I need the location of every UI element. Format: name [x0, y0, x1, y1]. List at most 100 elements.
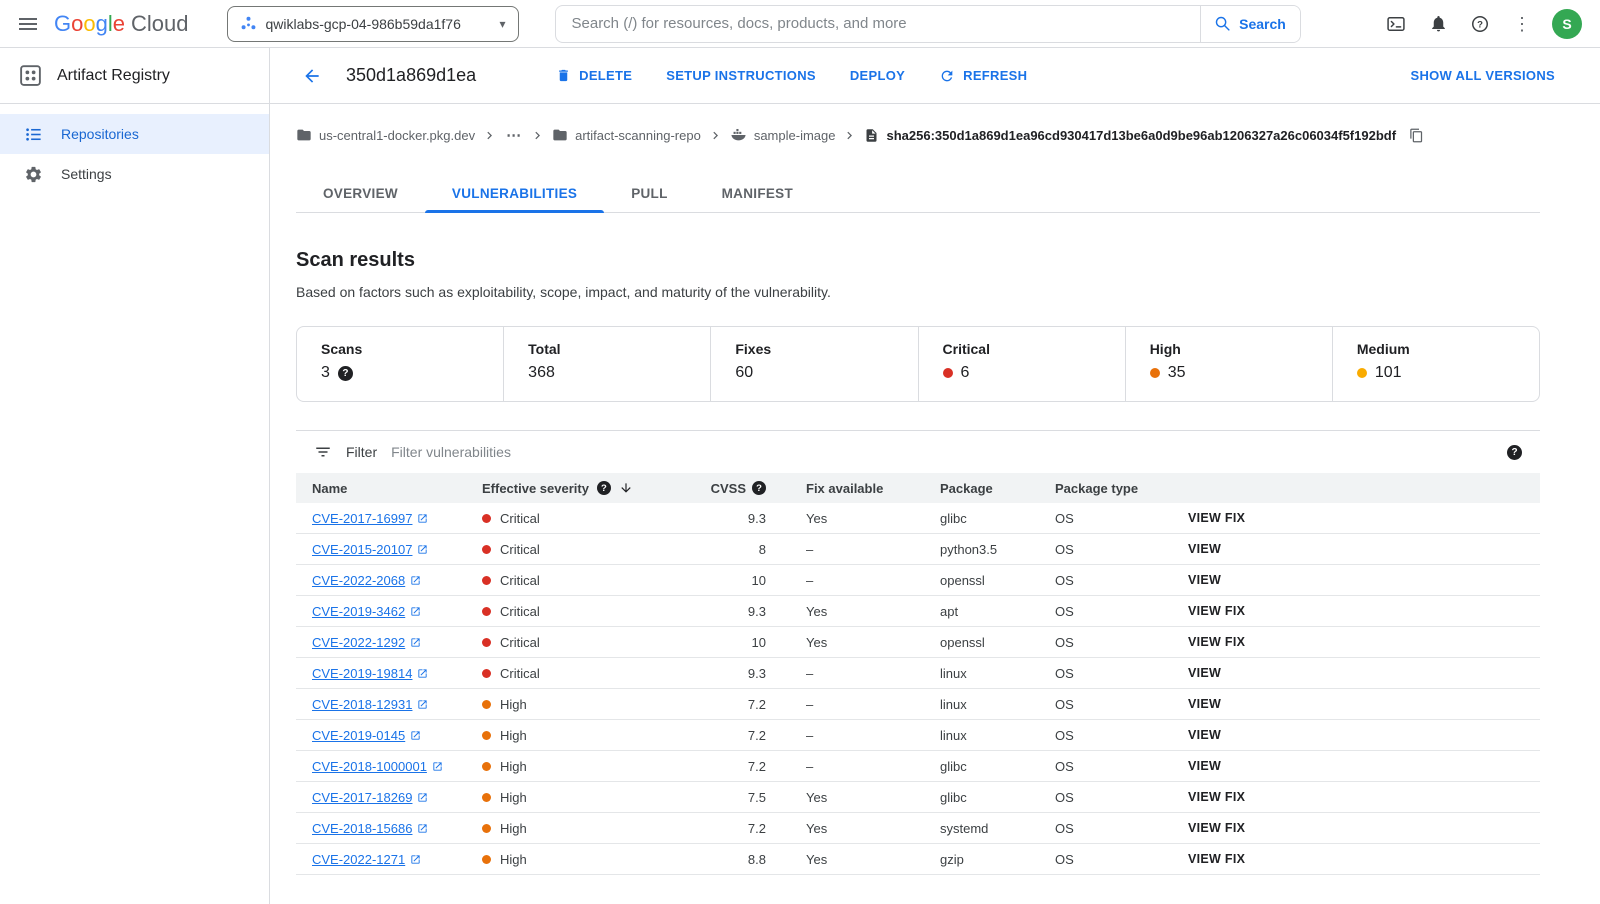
cell-package: python3.5 — [940, 541, 998, 557]
tab-pull[interactable]: PULL — [604, 174, 694, 212]
trash-icon — [559, 69, 569, 82]
cve-link[interactable]: CVE-2017-16997 — [312, 511, 412, 526]
delete-button[interactable]: DELETE — [556, 68, 632, 83]
google-cloud-logo[interactable]: Google Cloud — [54, 11, 189, 37]
show-all-versions-link[interactable]: SHOW ALL VERSIONS — [1410, 68, 1555, 83]
view-button[interactable]: VIEW — [1188, 759, 1221, 773]
cve-link[interactable]: CVE-2019-3462 — [312, 604, 405, 619]
view-fix-button[interactable]: VIEW FIX — [1188, 790, 1245, 804]
back-button[interactable] — [292, 56, 332, 96]
help-icon: ? — [1472, 15, 1488, 32]
refresh-button[interactable]: REFRESH — [939, 68, 1027, 84]
refresh-button-label: REFRESH — [963, 68, 1028, 83]
stat-total: Total 368 — [503, 327, 710, 401]
view-fix-button[interactable]: VIEW FIX — [1188, 511, 1245, 525]
view-fix-button[interactable]: VIEW FIX — [1188, 604, 1245, 618]
avatar[interactable]: S — [1552, 8, 1582, 39]
page-body: us-central1-docker.pkg.dev ⋯ artifact-sc… — [270, 104, 1600, 875]
breadcrumb-image[interactable]: sample-image — [730, 127, 836, 143]
cell-fix-available: – — [806, 696, 814, 712]
cell-action: VIEW FIX — [1188, 821, 1524, 835]
sidebar-item-settings[interactable]: Settings — [0, 154, 269, 194]
severity-label: Critical — [500, 665, 540, 681]
severity-label: High — [500, 758, 527, 774]
stat-number: 368 — [528, 364, 555, 381]
stats-card: Scans 3? Total 368 Fixes 60 Critical 6 High 35 Med… — [296, 326, 1540, 402]
view-button[interactable]: VIEW — [1188, 573, 1221, 587]
filter-input[interactable] — [391, 444, 1493, 460]
cell-cvss: 7.2 — [747, 696, 766, 712]
more-options-button[interactable]: ⋮ — [1502, 4, 1542, 44]
external-link-icon — [418, 544, 428, 554]
stat-number: 60 — [735, 364, 754, 381]
cve-link[interactable]: CVE-2022-2068 — [312, 573, 405, 588]
cell-fix-available: – — [806, 665, 814, 681]
cvss-help-icon[interactable]: ? — [752, 481, 766, 495]
cve-link[interactable]: CVE-2019-19814 — [312, 666, 412, 681]
tab-vulnerabilities[interactable]: VULNERABILITIES — [424, 174, 605, 213]
column-header-package-type[interactable]: Package type — [1055, 481, 1188, 496]
help-button[interactable]: ? — [1460, 4, 1500, 44]
cloud-shell-button[interactable] — [1376, 4, 1416, 44]
cve-link[interactable]: CVE-2017-18269 — [312, 790, 412, 805]
cell-name: CVE-2019-19814 — [312, 666, 482, 681]
project-switcher[interactable]: qwiklabs-gcp-04-986b59da1f76 ▾ — [226, 5, 519, 42]
cell-package-type: OS — [1055, 758, 1074, 774]
setup-instructions-button[interactable]: SETUP INSTRUCTIONS — [666, 68, 816, 83]
cell-severity: High — [482, 759, 650, 774]
svg-text:?: ? — [1477, 19, 1483, 30]
sidebar-item-label: Settings — [61, 166, 112, 182]
copy-button[interactable] — [1409, 128, 1424, 143]
view-fix-button[interactable]: VIEW FIX — [1188, 852, 1245, 866]
cve-link[interactable]: CVE-2015-20107 — [312, 542, 412, 557]
severity-label: Critical — [500, 603, 540, 619]
view-fix-button[interactable]: VIEW FIX — [1188, 821, 1245, 835]
column-header-fix[interactable]: Fix available — [766, 481, 940, 496]
column-header-severity[interactable]: Effective severity ? — [482, 481, 650, 496]
view-fix-button[interactable]: VIEW FIX — [1188, 635, 1245, 649]
breadcrumb-repo[interactable]: artifact-scanning-repo — [552, 127, 701, 143]
cell-action: VIEW — [1188, 728, 1524, 742]
sidebar-item-repositories[interactable]: Repositories — [0, 114, 269, 154]
sort-descending-icon[interactable] — [619, 481, 633, 495]
cve-link[interactable]: CVE-2018-12931 — [312, 697, 412, 712]
view-button[interactable]: VIEW — [1188, 542, 1221, 556]
severity-label: High — [500, 820, 527, 836]
severity-help-icon[interactable]: ? — [596, 481, 611, 495]
deploy-button[interactable]: DEPLOY — [850, 68, 905, 83]
breadcrumb-host[interactable]: us-central1-docker.pkg.dev — [296, 127, 475, 143]
cell-fix-available: Yes — [806, 634, 828, 650]
breadcrumb-ellipsis-button[interactable]: ⋯ — [504, 126, 523, 144]
severity-label: High — [500, 789, 527, 805]
tab-manifest[interactable]: MANIFEST — [695, 174, 820, 212]
global-search: Search — [554, 4, 1301, 43]
cell-name: CVE-2018-15686 — [312, 821, 482, 836]
cve-link[interactable]: CVE-2022-1292 — [312, 635, 405, 650]
search-button[interactable]: Search — [1199, 5, 1300, 42]
notifications-button[interactable] — [1418, 4, 1458, 44]
view-button[interactable]: VIEW — [1188, 697, 1221, 711]
search-input[interactable] — [555, 5, 1200, 42]
tab-overview[interactable]: OVERVIEW — [296, 174, 425, 212]
cell-severity: Critical — [482, 635, 650, 650]
cve-link[interactable]: CVE-2019-0145 — [312, 728, 405, 743]
cve-link[interactable]: CVE-2018-15686 — [312, 821, 412, 836]
cell-package-type: OS — [1055, 789, 1074, 805]
cell-cvss: 8 — [758, 541, 766, 557]
cve-link[interactable]: CVE-2022-1271 — [312, 852, 405, 867]
column-header-cvss[interactable]: CVSS ? — [650, 481, 766, 496]
view-button[interactable]: VIEW — [1188, 666, 1221, 680]
table-help-icon[interactable]: ? — [1507, 444, 1522, 460]
repositories-list-icon — [26, 127, 41, 141]
column-header-package[interactable]: Package — [940, 481, 1055, 496]
arrow-back-icon — [305, 68, 319, 83]
cell-action: VIEW FIX — [1188, 852, 1524, 866]
menu-button[interactable] — [8, 4, 48, 44]
cve-link[interactable]: CVE-2018-1000001 — [312, 759, 427, 774]
view-button[interactable]: VIEW — [1188, 728, 1221, 742]
breadcrumb-image-label: sample-image — [753, 127, 836, 143]
stat-help-icon[interactable]: ? — [337, 365, 353, 381]
column-header-name[interactable]: Name — [312, 481, 482, 496]
cell-name: CVE-2018-1000001 — [312, 759, 482, 774]
severity-dot — [482, 761, 491, 771]
